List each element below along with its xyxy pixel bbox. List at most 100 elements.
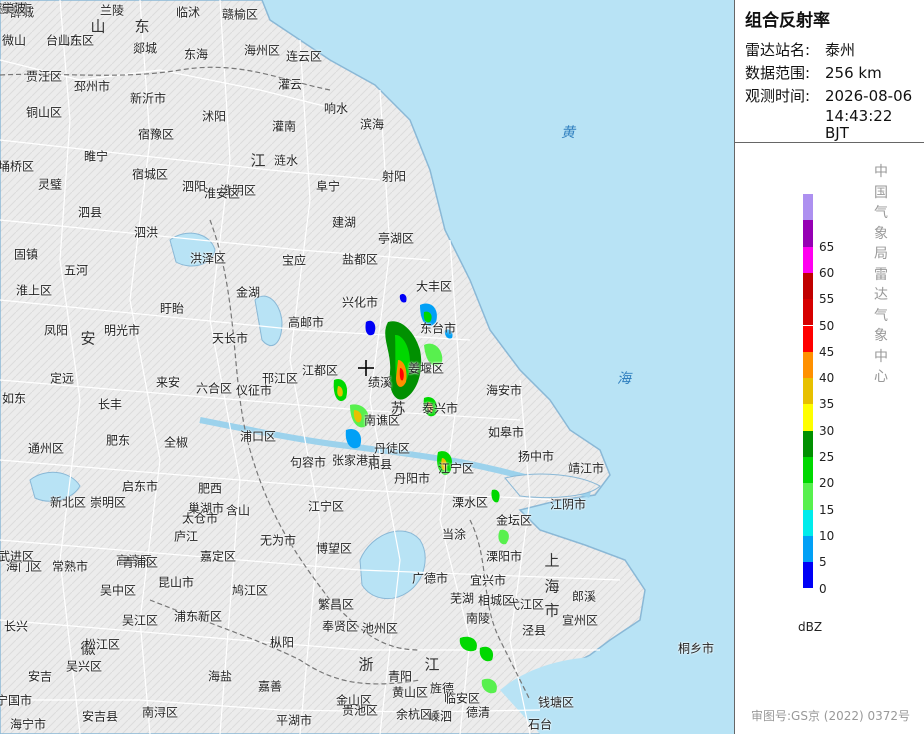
province-label-dong: 东: [134, 17, 150, 36]
province-label-hai2: 海: [544, 577, 560, 596]
color-bin-60: [803, 246, 813, 273]
place-label: 射阳: [381, 169, 407, 184]
place-label: 丹阳市: [393, 471, 431, 486]
station-label: 雷达站名:: [745, 41, 811, 59]
place-label: 兴化市: [341, 295, 379, 310]
place-label: 东台市: [419, 321, 457, 336]
province-label-zhe: 浙: [358, 655, 374, 674]
place-label: 当涂: [441, 527, 467, 542]
place-label: 宿豫区: [137, 127, 175, 142]
place-label: 睢宁: [83, 149, 109, 164]
color-scale-legend: dBZ 0 5 10 15 20 25 30 35 40 45 50 55 60 65: [735, 150, 923, 650]
place-label: 贵池区: [341, 703, 379, 718]
place-label: 来安: [155, 375, 181, 390]
place-label: 定远: [49, 371, 75, 386]
radar-map-screen: 黄 海 山 东 江 苏 安 徽 浙 江 上 海 市 薛城 兰陵 临沭 赣榆区 微山 台儿庄…: [0, 0, 924, 734]
place-label: 鸠江区: [231, 583, 269, 598]
place-label: 固镇: [13, 247, 39, 262]
sea-label-huang: 黄: [561, 125, 575, 141]
place-label: 盱眙: [159, 301, 185, 316]
place-label: 海盐: [207, 669, 233, 684]
place-label: 明光市: [103, 323, 141, 338]
scale-tick-35: 35: [819, 397, 835, 412]
place-label: 大丰区: [415, 279, 453, 294]
color-bin-0: [803, 562, 813, 589]
station-info: 组合反射率 雷达站名: 泰州 数据范围: 256 km 观测时间: 2026-0…: [735, 0, 924, 143]
place-label: 泾县: [521, 623, 547, 638]
place-label: 姜堰区: [407, 361, 445, 376]
place-label: 淮上区: [15, 283, 53, 298]
place-label: 安吉: [27, 669, 53, 684]
place-label: 金坛区: [495, 513, 533, 528]
place-label: 无为市: [259, 533, 297, 548]
place-label: 长兴: [3, 619, 29, 634]
place-label: 沭阳: [201, 109, 227, 124]
place-label: 枞阳: [269, 635, 295, 650]
place-label: 宿城区: [131, 167, 169, 182]
place-label: 弋江区: [507, 597, 545, 612]
place-label: 东海: [183, 47, 209, 62]
place-label: 灌云: [277, 77, 303, 92]
place-label: 如皋市: [487, 425, 525, 440]
color-bin-50: [803, 299, 813, 326]
agency-credit-char: 气: [874, 307, 888, 324]
place-label: 亭湖区: [377, 231, 415, 246]
place-label: 埇桥区: [0, 159, 35, 174]
place-label: 郎溪: [571, 589, 597, 604]
place-label: 宝应: [281, 253, 307, 268]
place-label: 泗县: [77, 205, 103, 220]
place-label: 灌南: [271, 119, 297, 134]
place-label: 滨海: [359, 117, 385, 132]
scale-tick-10: 10: [819, 528, 835, 543]
color-bin-40: [803, 351, 813, 379]
color-bin-65: [803, 220, 813, 247]
place-label: 宣州区: [561, 613, 599, 628]
place-label: 海宁市: [9, 717, 47, 732]
color-bin-5: [803, 535, 813, 563]
place-label: 新沂市: [129, 91, 167, 106]
unit-label: dBZ: [798, 620, 823, 634]
place-label: 余杭区: [395, 707, 433, 722]
place-label: 芜湖: [449, 591, 475, 606]
agency-credit-char: 达: [874, 287, 888, 303]
place-label: 铜山区: [25, 105, 63, 120]
time-date: 2026-08-06: [825, 87, 913, 105]
place-label: 江宁区: [437, 461, 475, 476]
place-label: 德清: [465, 705, 491, 720]
place-label: 广德市: [411, 571, 449, 586]
place-label: 松江区: [83, 637, 121, 652]
scale-tick-50: 50: [819, 318, 835, 333]
station-row: 雷达站名: 泰州: [745, 39, 916, 62]
place-label: 天长市: [211, 331, 249, 346]
place-label: 山东: [57, 33, 83, 48]
place-label: 嘉定区: [199, 549, 237, 564]
place-label: 洪泽区: [189, 251, 227, 266]
province-label-shi: 市: [544, 601, 560, 620]
color-bin-35: [803, 378, 813, 405]
place-label: 浦口区: [239, 429, 277, 444]
scale-tick-65: 65: [819, 239, 835, 254]
place-label: 宜兴市: [469, 573, 507, 588]
place-label: 凤阳: [43, 323, 69, 338]
place-label: 浦东新区: [173, 609, 223, 624]
agency-credit-char: 心: [874, 369, 888, 385]
place-label: 邗江区: [261, 371, 299, 386]
place-label: 灵璧: [37, 177, 63, 192]
place-label: 通州区: [27, 441, 65, 456]
place-label: 绩溪: [367, 375, 393, 390]
range-label: 数据范围:: [745, 64, 811, 82]
scale-tick-30: 30: [819, 423, 835, 438]
product-title: 组合反射率: [745, 11, 830, 31]
place-label: 南浔区: [141, 705, 179, 720]
place-label: 平湖市: [275, 713, 313, 728]
scale-tick-60: 60: [819, 265, 835, 280]
place-label: 昆山市: [157, 575, 195, 590]
place-label: 张家港市: [331, 453, 381, 468]
radar-map[interactable]: 黄 海 山 东 江 苏 安 徽 浙 江 上 海 市 薛城 兰陵 临沭 赣榆区 微山 台儿庄…: [0, 0, 734, 734]
color-bin-20: [803, 457, 813, 484]
place-label: 博望区: [315, 541, 353, 556]
place-label: 盐都区: [341, 252, 379, 267]
place-label: 江阴市: [549, 497, 587, 512]
time-row-2: 14:43:22 BJT: [745, 108, 916, 142]
scale-tick-40: 40: [819, 371, 835, 386]
